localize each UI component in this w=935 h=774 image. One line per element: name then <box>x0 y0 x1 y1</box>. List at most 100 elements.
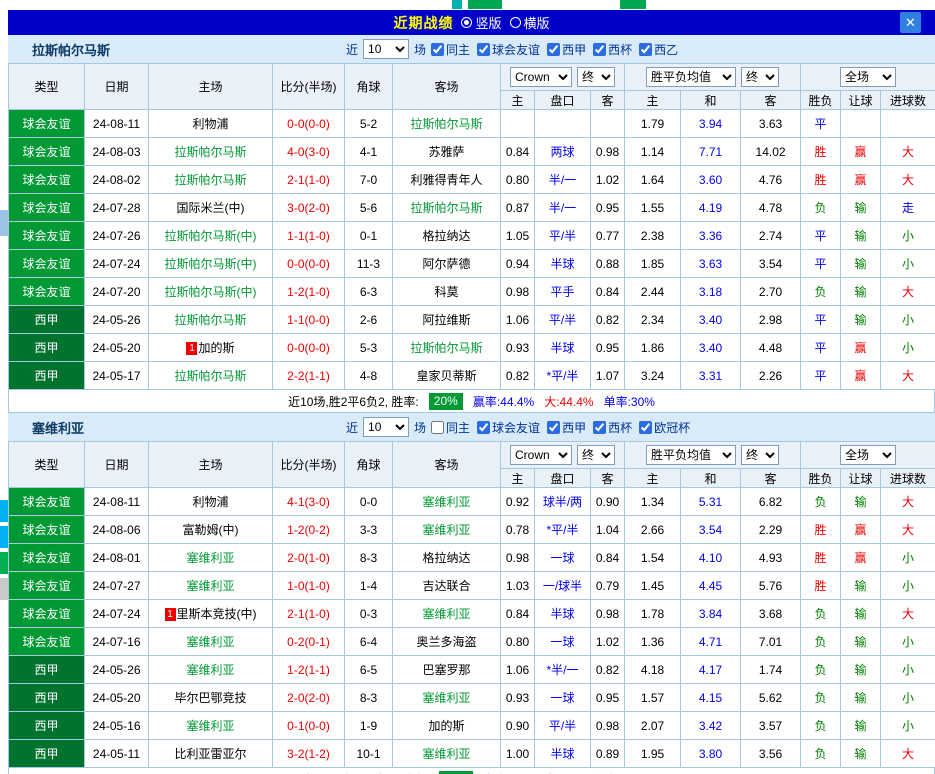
team-label: 拉斯帕尔马斯(中) <box>165 229 257 243</box>
avg-home-odds: 1.55 <box>625 194 681 222</box>
match-score: 2-0(1-0) <box>273 544 345 572</box>
crown-away-odds: 0.79 <box>591 572 625 600</box>
checkbox-input[interactable] <box>639 421 652 434</box>
crown-odds-header: Crown 终 <box>501 64 625 91</box>
close-icon[interactable]: ✕ <box>900 12 921 33</box>
avg-stage-select[interactable]: 终 <box>741 67 779 87</box>
team-label: 塞维利亚 <box>186 663 234 677</box>
result-goals: 大 <box>881 488 935 516</box>
match-date: 24-07-27 <box>85 572 149 600</box>
crown-home-odds: 0.84 <box>501 600 535 628</box>
match-row: 球会友谊24-07-24拉斯帕尔马斯(中)0-0(0-0)11-3阿尔萨德0.9… <box>9 250 935 278</box>
layout-radio-vertical[interactable]: 竖版 <box>461 13 501 32</box>
checkbox-input[interactable] <box>431 421 444 434</box>
col-score: 比分(半场) <box>273 64 345 110</box>
away-team: 皇家贝蒂斯 <box>393 362 501 390</box>
scope-select[interactable]: 全场 <box>840 445 896 465</box>
avg-away-odds: 2.98 <box>741 306 801 334</box>
checkbox-input[interactable] <box>477 43 490 56</box>
games-label: 场 <box>414 419 426 436</box>
result-handicap: 输 <box>841 278 881 306</box>
avg-away-odds: 2.29 <box>741 516 801 544</box>
filter-checkbox[interactable]: 球会友谊 <box>477 41 540 58</box>
result-goals: 大 <box>881 278 935 306</box>
checkbox-input[interactable] <box>547 421 560 434</box>
games-label: 场 <box>414 41 426 58</box>
result-goals: 大 <box>881 516 935 544</box>
filter-checkbox[interactable]: 同主 <box>431 41 470 58</box>
corner-score: 4-8 <box>345 362 393 390</box>
filter-checkbox[interactable]: 欧冠杯 <box>639 419 690 436</box>
radio-label-vertical: 竖版 <box>475 13 501 32</box>
filter-checkbox[interactable]: 西杯 <box>593 41 632 58</box>
avg-odds-select[interactable]: 胜平负均值 <box>646 67 736 87</box>
checkbox-input[interactable] <box>593 421 606 434</box>
filter-checkbox[interactable]: 西甲 <box>547 41 586 58</box>
summary-bar: 近10场,胜3平0负7, 胜率: 30% 赢率:20% 大:40% 单率:70% <box>8 768 935 774</box>
filter-checkbox[interactable]: 同主 <box>431 419 470 436</box>
avg-away-odds: 14.02 <box>741 138 801 166</box>
scope-select[interactable]: 全场 <box>840 67 896 87</box>
match-date: 24-07-24 <box>85 600 149 628</box>
checkbox-label: 球会友谊 <box>492 41 540 58</box>
avg-draw-odds: 3.36 <box>681 222 741 250</box>
odds-stage-select[interactable]: 终 <box>577 67 615 87</box>
away-team: 塞维利亚 <box>393 600 501 628</box>
result-scope-header: 全场 <box>801 442 935 469</box>
avg-draw-odds: 3.94 <box>681 110 741 138</box>
crown-handicap: 半球 <box>535 600 591 628</box>
odds-stage-select[interactable]: 终 <box>577 445 615 465</box>
subcol-away-odds: 客 <box>591 91 625 110</box>
filter-checkbox[interactable]: 西甲 <box>547 419 586 436</box>
layout-radio-horizontal[interactable]: 横版 <box>510 13 550 32</box>
result-handicap <box>841 110 881 138</box>
crown-handicap: 一球 <box>535 628 591 656</box>
subcol-handicap-result: 让球 <box>841 469 881 488</box>
team-label: 科莫 <box>434 285 458 299</box>
team-label: 拉斯帕尔马斯 <box>410 117 482 131</box>
result-goals: 小 <box>881 572 935 600</box>
result-goals: 走 <box>881 194 935 222</box>
team-label: 拉斯帕尔马斯 <box>174 369 246 383</box>
match-score: 1-0(1-0) <box>273 572 345 600</box>
filter-checkbox[interactable]: 西杯 <box>593 419 632 436</box>
crown-away-odds: 0.84 <box>591 278 625 306</box>
match-score: 1-2(1-1) <box>273 656 345 684</box>
avg-stage-select[interactable]: 终 <box>741 445 779 465</box>
checkbox-input[interactable] <box>477 421 490 434</box>
avg-home-odds: 2.66 <box>625 516 681 544</box>
filter-checkbox[interactable]: 球会友谊 <box>477 419 540 436</box>
crown-home-odds: 0.84 <box>501 138 535 166</box>
crown-handicap: 半/一 <box>535 194 591 222</box>
result-wdl: 负 <box>801 656 841 684</box>
match-score: 1-2(1-0) <box>273 278 345 306</box>
background-fragment <box>0 500 8 522</box>
corner-score: 7-0 <box>345 166 393 194</box>
corner-score: 10-1 <box>345 740 393 768</box>
result-handicap: 输 <box>841 684 881 712</box>
avg-draw-odds: 3.40 <box>681 306 741 334</box>
home-team: 塞维利亚 <box>149 572 273 600</box>
col-type: 类型 <box>9 442 85 488</box>
result-wdl: 平 <box>801 362 841 390</box>
result-goals: 小 <box>881 306 935 334</box>
checkbox-input[interactable] <box>593 43 606 56</box>
checkbox-input[interactable] <box>547 43 560 56</box>
match-count-select[interactable]: 10 <box>363 39 409 59</box>
checkbox-input[interactable] <box>639 43 652 56</box>
big-rate: 大:44.4% <box>544 393 593 410</box>
match-score: 3-2(1-2) <box>273 740 345 768</box>
bookmaker-select[interactable]: Crown <box>510 67 572 87</box>
bookmaker-select[interactable]: Crown <box>510 445 572 465</box>
match-count-select[interactable]: 10 <box>363 417 409 437</box>
result-goals: 大 <box>881 362 935 390</box>
avg-away-odds: 3.56 <box>741 740 801 768</box>
checkbox-input[interactable] <box>431 43 444 56</box>
background-fragment <box>0 578 8 600</box>
filter-checkbox[interactable]: 西乙 <box>639 41 678 58</box>
avg-away-odds: 3.68 <box>741 600 801 628</box>
avg-odds-select[interactable]: 胜平负均值 <box>646 445 736 465</box>
league-type: 西甲 <box>9 712 85 740</box>
avg-draw-odds: 3.40 <box>681 334 741 362</box>
match-row: 球会友谊24-08-01塞维利亚2-0(1-0)8-3格拉纳达0.98一球0.8… <box>9 544 935 572</box>
